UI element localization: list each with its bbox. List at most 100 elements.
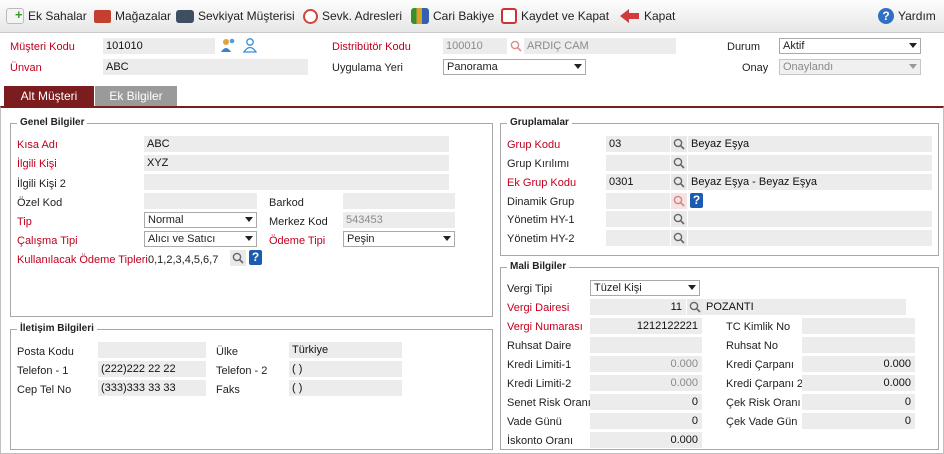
odeme-tipi-label: Ödeme Tipi <box>269 235 326 247</box>
ruhsat-daire-label: Ruhsat Daire <box>507 340 572 352</box>
cep-tel-field[interactable]: (333)333 33 33 <box>98 380 206 396</box>
cek-vade-field[interactable]: 0 <box>802 413 915 429</box>
sevkiyat-musterisi-button[interactable]: Sevkiyat Müşterisi <box>176 7 295 25</box>
yonetim-hy2-label: Yönetim HY-2 <box>507 233 575 245</box>
grup-kirilimi-field[interactable] <box>606 155 670 171</box>
users-icon[interactable] <box>220 37 236 53</box>
distributor-search-icon[interactable] <box>510 40 522 55</box>
kredi-carpani-field[interactable]: 0.000 <box>802 356 915 372</box>
ulke-field[interactable]: Türkiye <box>289 342 402 358</box>
yonetim-hy1-field[interactable] <box>606 211 670 227</box>
dinamik-grup-label: Dinamik Grup <box>507 196 575 208</box>
dinamik-grup-help-icon[interactable]: ? <box>690 193 703 208</box>
ruhsat-no-label: Ruhsat No <box>726 340 778 352</box>
yonetim-hy2-field[interactable] <box>606 230 670 246</box>
telefon1-field[interactable]: (222)222 22 22 <box>98 361 206 377</box>
genel-bilgiler-title: Genel Bilgiler <box>17 117 88 129</box>
odeme-tipleri-search-icon[interactable] <box>230 250 246 266</box>
ilgili-kisi2-field[interactable] <box>144 174 449 190</box>
ilgili-kisi-field[interactable]: XYZ <box>144 155 449 171</box>
ruhsat-daire-field[interactable] <box>590 337 702 353</box>
grup-kodu-adi-field: Beyaz Eşya <box>688 136 932 152</box>
barkod-field[interactable] <box>343 193 455 209</box>
cari-bakiye-button[interactable]: Cari Bakiye <box>411 7 494 25</box>
merkez-kod-field[interactable]: 543453 <box>343 212 455 228</box>
uygulama-yeri-select[interactable]: Panorama <box>443 59 586 75</box>
chevron-down-icon <box>909 43 917 48</box>
dinamik-grup-search-icon[interactable] <box>671 193 687 209</box>
kredi-limiti1-field[interactable]: 0.000 <box>590 356 702 372</box>
tip-label: Tip <box>17 216 32 228</box>
vade-gunu-label: Vade Günü <box>507 416 562 428</box>
telefon1-label: Telefon - 1 <box>17 365 69 377</box>
ek-grup-kodu-field[interactable]: 0301 <box>606 174 670 190</box>
telefon2-field[interactable]: ( ) <box>289 361 402 377</box>
vergi-numarasi-field[interactable]: 1212122221 <box>590 318 702 334</box>
faks-label: Faks <box>216 384 240 396</box>
faks-field[interactable]: ( ) <box>289 380 402 396</box>
durum-select[interactable]: Aktif <box>779 38 921 54</box>
ilgili-kisi2-label: İlgili Kişi 2 <box>17 178 66 190</box>
telefon2-label: Telefon - 2 <box>216 365 268 377</box>
ek-sahalar-label: Ek Sahalar <box>28 9 87 23</box>
vergi-dairesi-search-icon[interactable] <box>687 299 703 315</box>
onay-select[interactable]: Onaylandı <box>779 59 921 75</box>
gruplamalar-title: Gruplamalar <box>507 117 572 129</box>
ek-grup-kodu-label: Ek Grup Kodu <box>507 177 577 189</box>
tab-ek-bilgiler[interactable]: Ek Bilgiler <box>95 86 177 107</box>
yonetim-hy2-search-icon[interactable] <box>671 230 687 246</box>
posta-kodu-field[interactable] <box>98 342 206 358</box>
kredi-carpani2-field[interactable]: 0.000 <box>802 375 915 391</box>
uygulama-yeri-value: Panorama <box>447 61 498 73</box>
toolbar: + Ek Sahalar Mağazalar Sevkiyat Müşteris… <box>0 0 944 33</box>
grup-kirilimi-label: Grup Kırılımı <box>507 158 570 170</box>
odeme-tipi-select[interactable]: Peşin <box>343 231 455 247</box>
cek-risk-field[interactable]: 0 <box>802 394 915 410</box>
kapat-button[interactable]: Kapat <box>620 7 675 25</box>
yonetim-hy1-search-icon[interactable] <box>671 211 687 227</box>
tip-select[interactable]: Normal <box>144 212 257 228</box>
help-icon: ? <box>878 8 894 24</box>
ek-grup-kodu-search-icon[interactable] <box>671 174 687 190</box>
grup-kodu-field[interactable]: 03 <box>606 136 670 152</box>
senet-risk-field[interactable]: 0 <box>590 394 702 410</box>
ruhsat-no-field[interactable] <box>802 337 915 353</box>
odeme-tipleri-help-icon[interactable]: ? <box>249 250 262 265</box>
ozel-kod-field[interactable] <box>144 193 257 209</box>
iskonto-field[interactable]: 0.000 <box>590 432 702 448</box>
tc-kimlik-field[interactable] <box>802 318 915 334</box>
yardim-button[interactable]: ? Yardım <box>878 7 936 25</box>
cek-risk-label: Çek Risk Oranı <box>726 397 801 409</box>
vergi-dairesi-kod-field[interactable]: 11 <box>590 299 686 315</box>
dinamik-grup-field[interactable] <box>606 193 670 209</box>
distributor-kodu-field[interactable]: 100010 <box>443 38 507 54</box>
vergi-tipi-select[interactable]: Tüzel Kişi <box>590 280 700 296</box>
tab-alt-musteri[interactable]: Alt Müşteri <box>4 86 94 107</box>
grup-kirilimi-search-icon[interactable] <box>671 155 687 171</box>
user-icon[interactable] <box>242 37 258 53</box>
unvan-field[interactable]: ABC <box>103 59 308 75</box>
sevk-adresleri-button[interactable]: Sevk. Adresleri <box>303 7 402 25</box>
kisa-adi-field[interactable]: ABC <box>144 136 449 152</box>
grup-kodu-search-icon[interactable] <box>671 136 687 152</box>
magazalar-button[interactable]: Mağazalar <box>94 7 171 25</box>
unvan-label: Ünvan <box>10 62 42 74</box>
kredi-limiti2-label: Kredi Limiti-2 <box>507 378 572 390</box>
truck-icon <box>176 9 194 23</box>
kredi-limiti2-field[interactable]: 0.000 <box>590 375 702 391</box>
calisma-tipi-select[interactable]: Alıcı ve Satıcı <box>144 231 257 247</box>
iletisim-bilgileri-title: İletişim Bilgileri <box>17 323 97 335</box>
vade-gunu-field[interactable]: 0 <box>590 413 702 429</box>
musteri-kodu-label: Müşteri Kodu <box>10 41 75 53</box>
cek-vade-label: Çek Vade Gün <box>726 416 798 428</box>
save-icon <box>501 8 517 24</box>
yonetim-hy1-adi-field <box>688 211 932 227</box>
musteri-kodu-field[interactable]: 101010 <box>103 38 215 54</box>
kaydet-kapat-button[interactable]: Kaydet ve Kapat <box>501 7 609 25</box>
calisma-tipi-label: Çalışma Tipi <box>17 235 78 247</box>
chevron-down-icon <box>443 236 451 241</box>
sevkiyat-musterisi-label: Sevkiyat Müşterisi <box>198 9 295 23</box>
chevron-down-icon <box>245 217 253 222</box>
ek-sahalar-button[interactable]: + Ek Sahalar <box>6 7 87 25</box>
onay-value: Onaylandı <box>783 61 834 73</box>
